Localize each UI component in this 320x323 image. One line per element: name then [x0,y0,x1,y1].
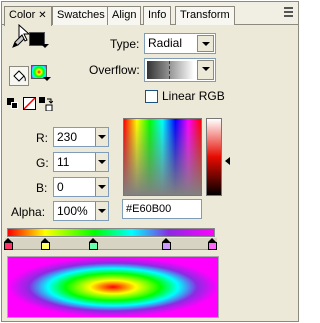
linear-rgb-checkbox[interactable] [145,90,158,103]
chevron-down-icon[interactable] [95,128,108,146]
g-value: 11 [57,155,70,169]
tab-strip: Color ✕ Swatches Align Info Transform [2,2,298,26]
fill-color-swatch[interactable] [31,65,51,83]
cursor-icon [18,23,32,45]
chevron-down-icon[interactable] [197,60,214,80]
tab-label: Align [112,9,137,21]
gradient-stop[interactable] [162,238,171,250]
gradient-stop[interactable] [41,238,50,250]
chevron-down-icon[interactable] [95,178,108,196]
overflow-preview [147,61,194,79]
gradient-stop[interactable] [4,238,13,250]
gradient-stop[interactable] [89,238,98,250]
b-label: B: [36,181,48,195]
paint-bucket-icon[interactable] [9,66,29,86]
chevron-down-icon[interactable] [95,202,108,220]
stroke-color-swatch[interactable] [29,32,49,50]
gradient-preview [7,256,219,318]
g-label: G: [36,156,49,170]
tab-swatches[interactable]: Swatches [52,6,110,25]
hex-input[interactable]: #E60B00 [122,199,202,219]
brightness-slider[interactable] [206,118,222,196]
tab-info[interactable]: Info [143,6,172,25]
overflow-label: Overflow: [89,63,140,77]
color-spectrum[interactable] [123,118,202,196]
alpha-value: 100% [57,204,88,218]
chevron-down-icon[interactable] [197,35,214,52]
b-value: 0 [57,180,64,194]
type-value: Radial [148,36,183,50]
b-stepper[interactable]: 0 [53,177,109,197]
close-icon[interactable]: ✕ [38,10,46,21]
tab-align[interactable]: Align [107,6,142,25]
r-value: 230 [57,130,78,144]
brightness-handle[interactable] [225,157,230,165]
gradient-bar[interactable] [7,228,215,237]
panel-menu-icon[interactable] [281,5,295,19]
no-color-icon[interactable] [23,97,36,110]
alpha-label: Alpha: [11,205,46,219]
tab-label: Swatches [57,9,105,21]
alpha-stepper[interactable]: 100% [53,201,109,221]
black-white-icon[interactable] [7,98,19,110]
chevron-down-icon[interactable] [95,153,108,171]
r-label: R: [36,131,48,145]
linear-rgb-label: Linear RGB [162,89,225,103]
tab-transform[interactable]: Transform [175,6,235,25]
hex-value: #E60B00 [126,203,172,215]
g-stepper[interactable]: 11 [53,152,109,172]
tab-label: Color [9,9,36,21]
overflow-select[interactable] [144,58,216,82]
type-label: Type: [110,37,140,51]
color-panel: Color ✕ Swatches Align Info Transform Ty… [1,1,299,322]
tab-label: Transform [180,9,230,21]
type-select[interactable]: Radial [144,33,216,54]
swap-colors-icon[interactable] [39,97,54,112]
gradient-stop[interactable] [208,238,217,250]
tab-color[interactable]: Color ✕ [4,6,52,26]
gradient-track[interactable] [5,238,217,250]
r-stepper[interactable]: 230 [53,127,109,147]
tab-label: Info [148,9,167,21]
